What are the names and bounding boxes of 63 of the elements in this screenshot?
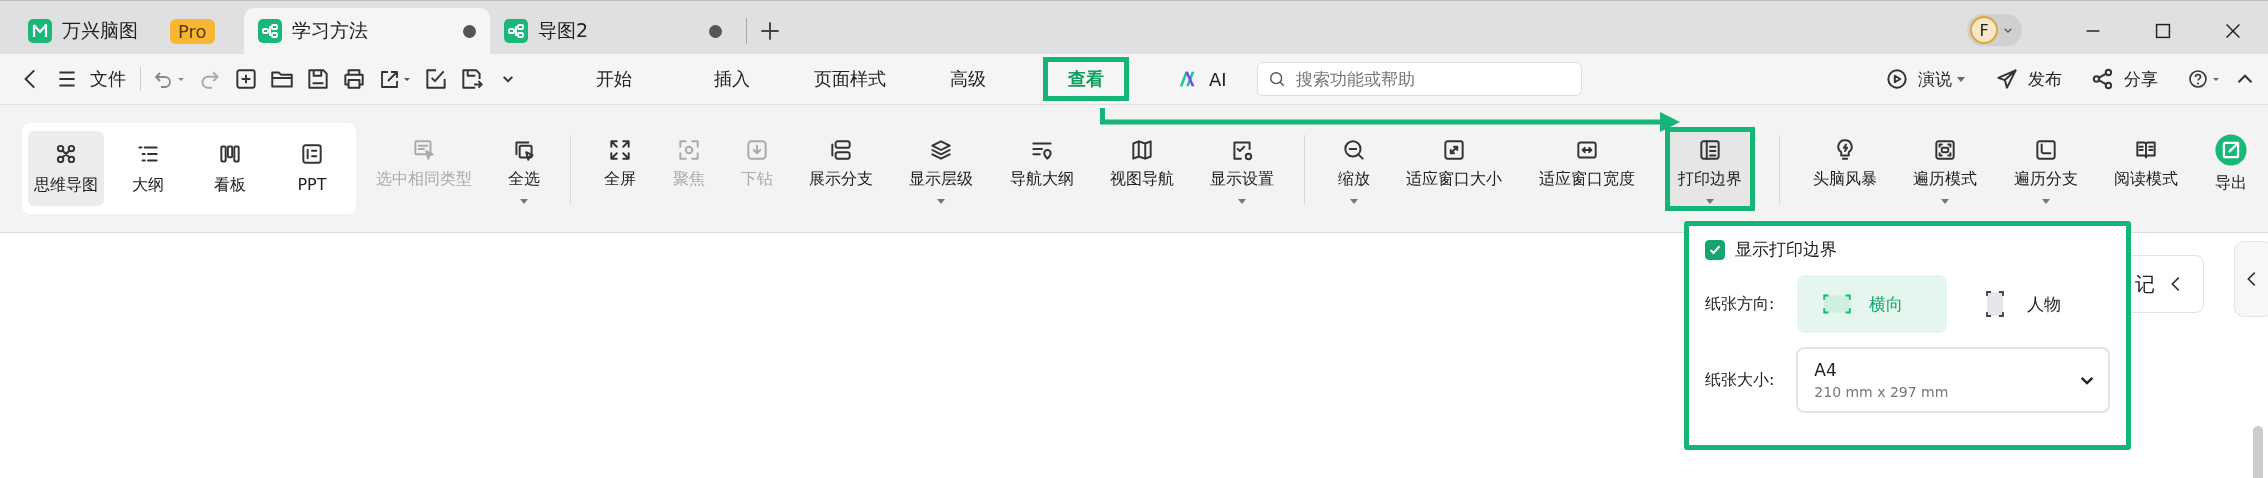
dropdown-arrow-icon xyxy=(2040,196,2051,206)
orientation-option[interactable]: 人物 xyxy=(1955,275,2105,333)
ribbon-button[interactable]: 阅读模式 xyxy=(2107,127,2184,210)
ribbon-button[interactable]: 全选 xyxy=(502,127,547,210)
toolbar-action[interactable]: 发布 xyxy=(1994,66,2062,92)
search-field[interactable]: 搜索功能或帮助 xyxy=(1256,62,1582,96)
document-tab[interactable]: 导图2 xyxy=(490,8,736,54)
save-as-icon[interactable] xyxy=(459,66,485,92)
checkbox[interactable] xyxy=(1705,239,1725,260)
ai-button[interactable]: AI xyxy=(1175,68,1227,90)
menu-tab[interactable]: 开始 xyxy=(555,57,673,101)
avatar: F xyxy=(1970,16,1998,44)
account-button[interactable]: F xyxy=(1967,14,2022,46)
ribbon-button[interactable]: 打印边界 xyxy=(1664,126,1755,211)
panel-toggle[interactable] xyxy=(2234,241,2268,317)
ribbon-button[interactable]: 导出 xyxy=(2207,123,2254,214)
play-icon xyxy=(1884,66,1910,92)
view-button[interactable]: 大纲 xyxy=(110,131,186,206)
ribbon-button[interactable]: 适应窗口大小 xyxy=(1400,127,1509,210)
checkbox-label: 显示打印边界 xyxy=(1735,238,1837,261)
ribbon-button[interactable]: 视图导航 xyxy=(1103,127,1180,210)
size-label: 纸张大小: xyxy=(1705,369,1776,391)
send-icon xyxy=(1994,66,2020,92)
toolbar-action[interactable]: 分享 xyxy=(2090,66,2158,92)
select-icon xyxy=(411,137,437,163)
menu-tab[interactable]: 高级 xyxy=(909,57,1027,101)
scrollbar-thumb[interactable] xyxy=(2253,426,2263,478)
view-button[interactable]: 看板 xyxy=(192,131,268,206)
dropdown-arrow-icon xyxy=(1236,196,1247,206)
unsaved-dot-icon xyxy=(463,24,476,38)
slide-icon xyxy=(299,141,325,167)
menu-tab[interactable]: 插入 xyxy=(673,57,791,101)
orientation-label: 纸张方向: xyxy=(1705,293,1776,315)
ribbon-button[interactable]: 遍历分支 xyxy=(2007,127,2084,210)
save-icon[interactable] xyxy=(305,66,331,92)
ribbon-button[interactable]: 导航大纲 xyxy=(1003,127,1080,210)
ribbon-button[interactable]: 适应窗口宽度 xyxy=(1532,127,1641,210)
chevron-down-icon xyxy=(2080,375,2094,385)
export-icon xyxy=(2213,133,2248,167)
dropdown-arrow-icon xyxy=(936,196,947,206)
mindmap-file-icon xyxy=(504,19,528,43)
app-tab[interactable]: 万兴脑图 Pro xyxy=(14,8,244,54)
ribbon-button[interactable]: 显示设置 xyxy=(1203,127,1280,210)
unsaved-dot-icon xyxy=(709,24,722,38)
dropdown-arrow-icon xyxy=(519,196,530,206)
paper-size-select[interactable]: A4 210 mm x 297 mm xyxy=(1796,347,2110,413)
mindmap-file-icon xyxy=(258,19,282,43)
menu-tab[interactable]: 页面样式 xyxy=(791,57,909,101)
file-menu[interactable]: 文件 xyxy=(90,67,126,91)
toolbar-action[interactable]: 演说 xyxy=(1884,66,1966,92)
pro-badge: Pro xyxy=(170,18,215,44)
ribbon-button[interactable]: 遍历模式 xyxy=(1907,127,1984,210)
add-icon[interactable] xyxy=(233,66,259,92)
view-button[interactable]: PPT xyxy=(274,131,350,206)
ribbon-button[interactable]: 展示分支 xyxy=(803,127,880,210)
dropdown-arrow-icon xyxy=(1956,74,1966,84)
view-button[interactable]: 思维导图 xyxy=(28,131,104,206)
document-tab[interactable]: 学习方法 xyxy=(244,8,490,54)
print-icon[interactable] xyxy=(341,66,367,92)
ribbon-button[interactable]: 显示层级 xyxy=(903,127,980,210)
dropdown-arrow-icon xyxy=(1940,196,1951,206)
dropdown-arrow-icon xyxy=(1349,196,1360,206)
app-logo-icon xyxy=(28,19,52,43)
